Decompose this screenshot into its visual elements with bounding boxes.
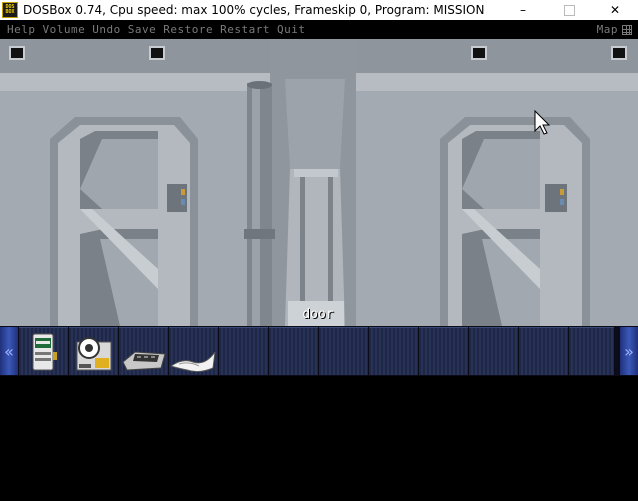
menu-restore[interactable]: Restore bbox=[163, 23, 213, 36]
inventory-slot-empty[interactable] bbox=[469, 327, 518, 375]
inventory-scroll-right-button[interactable]: » bbox=[620, 327, 638, 375]
window-title: DOSBox 0.74, Cpu speed: max 100% cycles,… bbox=[23, 3, 485, 17]
maximize-button[interactable] bbox=[546, 0, 592, 20]
game-scene[interactable]: door bbox=[0, 39, 638, 326]
support-pillar bbox=[244, 81, 275, 326]
menu-save[interactable]: Save bbox=[128, 23, 157, 36]
paper-icon bbox=[169, 351, 216, 373]
double-chevron-right-icon: » bbox=[624, 341, 634, 361]
close-icon: ✕ bbox=[609, 3, 621, 17]
keypad-device-icon bbox=[122, 351, 166, 371]
map-grid-icon bbox=[622, 24, 632, 35]
menu-map[interactable]: Map bbox=[597, 23, 618, 36]
menu-volume[interactable]: Volume bbox=[43, 23, 86, 36]
corridor-center bbox=[270, 39, 356, 326]
tape-reel-icon bbox=[76, 337, 112, 371]
inventory-slot-empty[interactable] bbox=[269, 327, 318, 375]
inventory-slot-empty[interactable] bbox=[519, 327, 568, 375]
inventory-slot-empty[interactable] bbox=[369, 327, 418, 375]
inventory-scroll-left-button[interactable]: « bbox=[0, 327, 18, 375]
inventory-slot-id-badge[interactable] bbox=[19, 327, 68, 375]
inventory-slot-empty[interactable] bbox=[569, 327, 614, 375]
dosbox-app-icon[interactable]: DOS BOX bbox=[2, 2, 18, 18]
corridor-illustration bbox=[0, 39, 638, 326]
menu-help[interactable]: Help bbox=[7, 23, 36, 36]
left-door[interactable] bbox=[50, 117, 198, 326]
menu-undo[interactable]: Undo bbox=[92, 23, 121, 36]
menu-restart[interactable]: Restart bbox=[220, 23, 270, 36]
window-title-bar[interactable]: DOS BOX DOSBox 0.74, Cpu speed: max 100%… bbox=[0, 0, 638, 20]
minimize-button[interactable]: – bbox=[500, 0, 546, 20]
close-button[interactable]: ✕ bbox=[592, 0, 638, 20]
double-chevron-left-icon: « bbox=[4, 341, 14, 361]
inventory-bar: « » bbox=[0, 326, 638, 376]
maximize-icon bbox=[563, 4, 575, 16]
inventory-slot-empty[interactable] bbox=[419, 327, 468, 375]
id-badge-icon bbox=[32, 333, 57, 371]
inventory-slot-empty[interactable] bbox=[319, 327, 368, 375]
game-menu-bar: Help Volume Undo Save Restore Restart Qu… bbox=[0, 20, 638, 39]
inventory-slot-tape-reel[interactable] bbox=[69, 327, 118, 375]
minimize-icon: – bbox=[520, 3, 526, 17]
menu-quit[interactable]: Quit bbox=[277, 23, 306, 36]
right-door[interactable] bbox=[440, 117, 590, 326]
inventory-slot-empty[interactable] bbox=[219, 327, 268, 375]
inventory-slots bbox=[18, 326, 620, 376]
inventory-slot-paper[interactable] bbox=[169, 327, 218, 375]
map-menu[interactable]: Map bbox=[597, 20, 632, 39]
hotspot-label: door bbox=[302, 307, 334, 322]
app-icon-text-bottom: BOX bbox=[5, 9, 15, 15]
inventory-slot-keypad-device[interactable] bbox=[119, 327, 168, 375]
